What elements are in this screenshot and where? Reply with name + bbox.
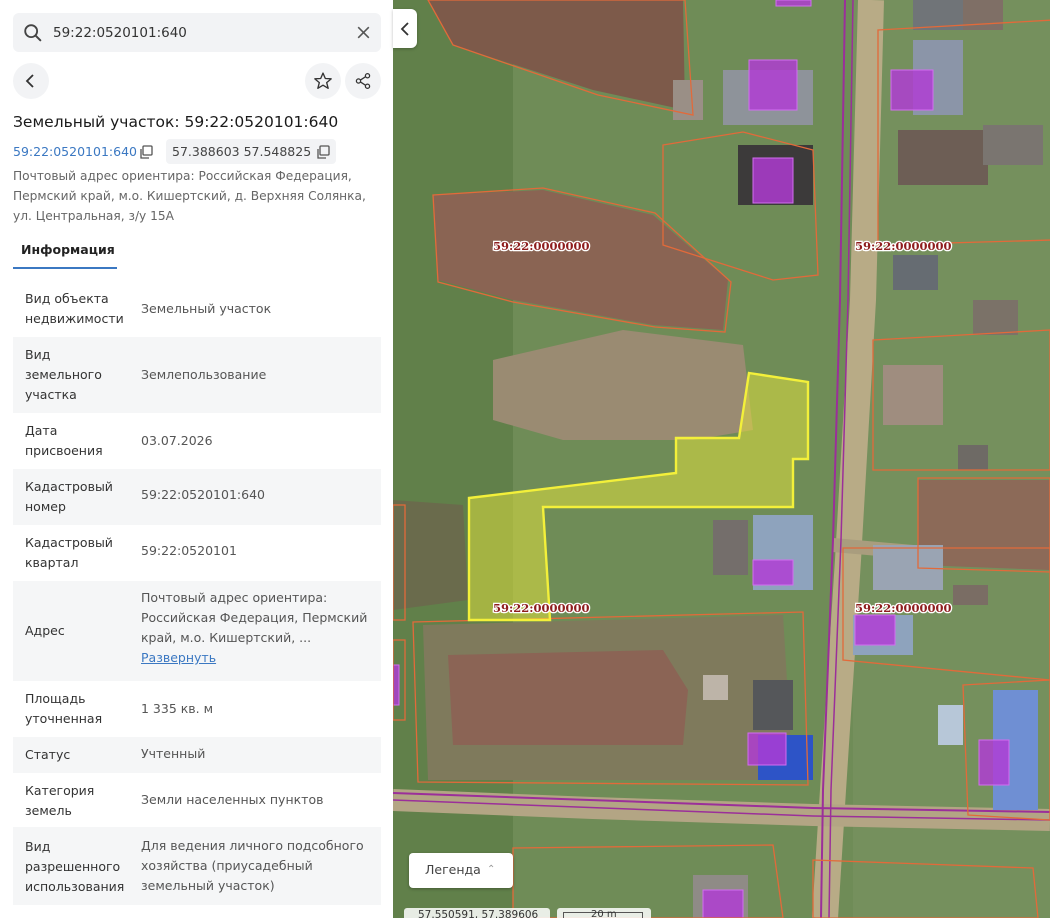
address-line: Пермский край, м.о. Кишертский, д. Верхн… — [13, 189, 366, 203]
row-value: 03.07.2026 — [141, 433, 213, 448]
info-row-land-category: Категория земель Земли населенных пунктов — [13, 773, 381, 827]
info-row-assign-date: Дата присвоения 03.07.2026 — [13, 413, 381, 469]
info-row-permitted-use: Вид разрешенного использования Для ведения… — [13, 827, 381, 905]
row-label: Адрес — [25, 623, 65, 638]
page-title: Земельный участок: 59:22:0520101:640 — [13, 113, 339, 131]
search-icon — [24, 24, 42, 42]
scale-label: 20 m — [591, 909, 617, 918]
address-line: ул. Центральная, з/у 15А — [13, 209, 174, 223]
chevron-up-icon: ⌃ — [487, 864, 496, 875]
row-label: Вид разрешенного использования — [25, 839, 125, 894]
row-value: Землепользование — [141, 367, 267, 382]
search-box[interactable] — [13, 13, 381, 52]
parcel-label: 59:22:0000000 — [493, 239, 590, 253]
row-label: Вид объекта недвижимости — [25, 291, 124, 326]
copy-icon[interactable] — [316, 145, 330, 159]
row-label: Статус — [25, 747, 71, 762]
row-value: Учтенный — [141, 746, 206, 761]
parcel-label: 59:22:0000000 — [855, 239, 952, 253]
row-value: 59:22:0520101 — [141, 543, 237, 558]
info-panel: Земельный участок: 59:22:0520101:640 59:… — [0, 0, 393, 918]
share-button[interactable] — [345, 63, 381, 99]
map-grass-area — [393, 0, 513, 918]
scale-bar: 20 m — [557, 908, 651, 918]
back-button[interactable] — [13, 63, 49, 99]
row-label: Площадь уточненная — [25, 691, 103, 726]
info-row-object-type: Вид объекта недвижимости Земельный участо… — [13, 281, 381, 337]
row-value: Для ведения личного подсобного хозяйства… — [141, 838, 364, 893]
close-icon[interactable] — [355, 24, 372, 41]
cadastral-number-link[interactable]: 59:22:0520101:640 — [13, 144, 137, 159]
row-value: 59:22:0520101:640 — [141, 487, 265, 502]
copy-icon[interactable] — [139, 145, 153, 159]
favorite-button[interactable] — [305, 63, 341, 99]
map-view[interactable]: 59:22:0000000 59:22:0000000 59:22:000000… — [393, 0, 1050, 918]
row-label: Кадастровый номер — [25, 479, 113, 514]
expand-address-link[interactable]: Развернуть — [141, 648, 373, 668]
row-value: 1 335 кв. м — [141, 701, 214, 716]
row-label: Вид земельного участка — [25, 347, 102, 402]
chevron-left-icon — [25, 74, 34, 88]
row-label: Кадастровый квартал — [25, 535, 113, 570]
collapse-panel-button[interactable] — [393, 9, 417, 48]
chevron-left-icon — [400, 21, 409, 36]
tab-information[interactable]: Информация — [13, 236, 117, 269]
info-row-address: Адрес Почтовый адрес ориентира: Российск… — [13, 581, 381, 681]
parcel-label: 59:22:0000000 — [855, 601, 952, 615]
tab-information-label: Информация — [21, 242, 115, 257]
row-label: Категория земель — [25, 783, 95, 818]
address-line: Почтовый адрес ориентира: Российская Фед… — [13, 169, 352, 183]
coordinates-chip: 57.388603 57.548825 — [166, 139, 336, 164]
info-row-cadastral-quarter: Кадастровый квартал 59:22:0520101 — [13, 525, 381, 581]
star-icon — [314, 72, 332, 89]
info-row-land-type: Вид земельного участка Землепользование — [13, 337, 381, 413]
parcel-label: 59:22:0000000 — [493, 601, 590, 615]
coordinates-text: 57.388603 57.548825 — [172, 144, 312, 159]
legend-label: Легенда — [425, 862, 481, 877]
info-row-area: Площадь уточненная 1 335 кв. м — [13, 681, 381, 737]
map-field — [448, 650, 688, 745]
search-input[interactable] — [53, 24, 343, 42]
cursor-coordinates: 57.550591, 57.389606 — [404, 908, 550, 918]
satellite-map[interactable]: 59:22:0000000 59:22:0000000 59:22:000000… — [393, 0, 1050, 918]
row-label: Дата присвоения — [25, 423, 103, 458]
share-icon — [355, 73, 371, 89]
legend-button[interactable]: Легенда ⌃ — [409, 853, 513, 888]
row-value: Почтовый адрес ориентира: Российская Фед… — [141, 588, 373, 668]
info-row-status: Статус Учтенный — [13, 737, 381, 773]
map-field — [393, 500, 468, 610]
row-value: Земельный участок — [141, 301, 272, 316]
row-value: Земли населенных пунктов — [141, 792, 324, 807]
info-row-cadastral-number: Кадастровый номер 59:22:0520101:640 — [13, 469, 381, 525]
